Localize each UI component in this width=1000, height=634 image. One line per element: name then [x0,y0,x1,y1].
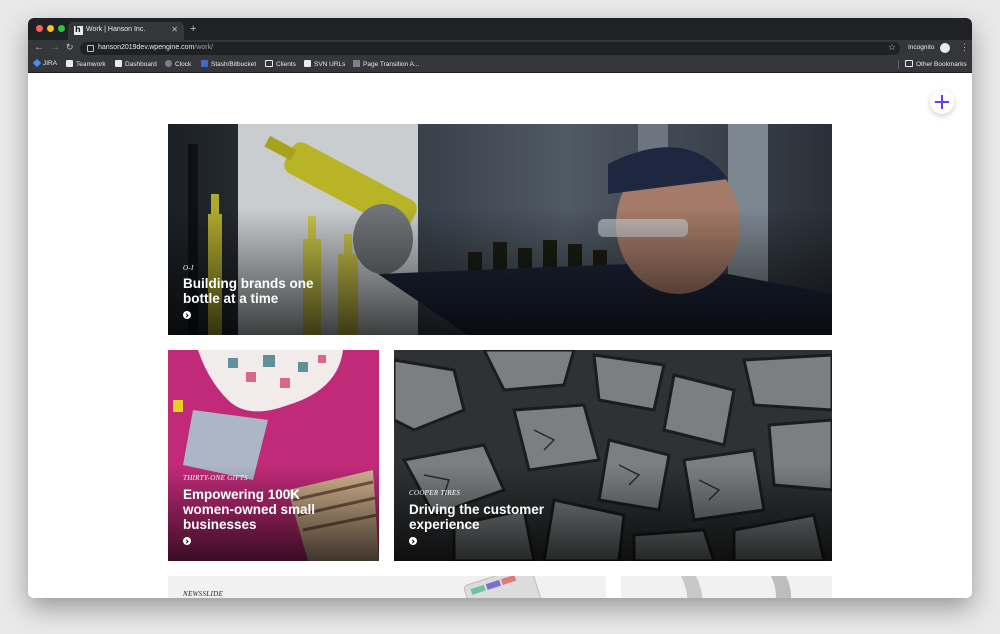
browser-toolbar: ← → ↻ hanson2019dev.wpengine.com/work/ ☆… [28,40,972,57]
bookmark-clock[interactable]: Clock [165,60,191,68]
address-bar[interactable]: hanson2019dev.wpengine.com/work/ ☆ [80,42,900,55]
metal-product-image [681,576,791,598]
gear-icon [353,60,360,67]
card-title[interactable]: Building brands one bottle at a time [183,276,314,306]
card-category: O-I [183,264,194,272]
forward-icon[interactable]: → [50,42,60,53]
incognito-icon[interactable] [940,43,950,53]
bookmark-star-icon[interactable]: ☆ [888,42,896,53]
card-title[interactable]: Driving the customer experience [409,502,544,532]
tab-strip: Work | Hanson Inc. ✕ + [28,18,972,40]
hanson-favicon-icon [304,60,311,67]
address-url: hanson2019dev.wpengine.com/work/ [98,44,214,51]
work-card-cooper-tires[interactable]: COOPER TIRES Driving the customer experi… [394,350,832,561]
bookmark-page-transition[interactable]: Page Transition A... [353,60,419,68]
arrow-right-icon[interactable] [183,537,191,545]
tablet-image [463,576,542,598]
reload-icon[interactable]: ↻ [66,42,74,53]
arrow-right-icon[interactable] [409,537,417,545]
work-card-thirty-one[interactable]: THIRTY-ONE GIFTS Empowering 100K women-o… [168,350,379,561]
bitbucket-icon [201,60,208,67]
bookmark-svn-urls[interactable]: SVN URLs [304,60,345,68]
hanson-favicon-icon [115,60,122,67]
work-card-newsslide[interactable]: NEWSSLIDE [168,576,606,598]
close-window-button[interactable] [36,25,43,32]
bookmarks-divider [898,60,899,69]
work-card-5[interactable] [621,576,832,598]
minimize-window-button[interactable] [47,25,54,32]
incognito-label: Incognito [908,44,935,51]
bookmark-stash[interactable]: Stash/Bitbucket [201,60,256,68]
folder-icon [265,60,273,67]
new-tab-icon[interactable]: + [190,23,196,35]
bookmark-jira[interactable]: JIRA [32,58,57,68]
page-content: O-I Building brands one bottle at a time [28,73,972,598]
card-gradient [168,208,832,335]
back-icon[interactable]: ← [34,42,44,53]
browser-window: Work | Hanson Inc. ✕ + ← → ↻ hanson2019d… [28,18,972,598]
hanson-favicon-icon [66,60,73,67]
bookmarks-bar: JIRA Teamwork Dashboard Clock Stash/Bitb… [28,57,972,73]
clock-icon [165,60,172,67]
arrow-right-icon[interactable] [183,311,191,319]
bookmark-clients[interactable]: Clients [265,60,296,68]
zoom-window-button[interactable] [58,25,65,32]
jira-icon [32,58,42,68]
other-bookmarks[interactable]: Other Bookmarks [905,60,967,68]
card-category: THIRTY-ONE GIFTS [183,474,248,482]
menu-icon[interactable]: ⋮ [960,42,969,53]
browser-tab[interactable]: Work | Hanson Inc. ✕ [68,22,184,40]
card-category: NEWSSLIDE [183,590,224,598]
menu-plus-button[interactable] [930,90,954,114]
folder-icon [905,60,913,67]
close-icon[interactable]: ✕ [171,25,178,34]
hanson-favicon-icon [74,25,83,35]
lock-icon [87,45,94,52]
bookmark-teamwork[interactable]: Teamwork [66,60,106,68]
bookmark-dashboard[interactable]: Dashboard [115,60,157,68]
card-title[interactable]: Empowering 100K women-owned small busine… [183,487,315,532]
card-category: COOPER TIRES [409,489,461,497]
work-card-oi[interactable]: O-I Building brands one bottle at a time [168,124,832,335]
tab-title: Work | Hanson Inc. [86,26,146,33]
